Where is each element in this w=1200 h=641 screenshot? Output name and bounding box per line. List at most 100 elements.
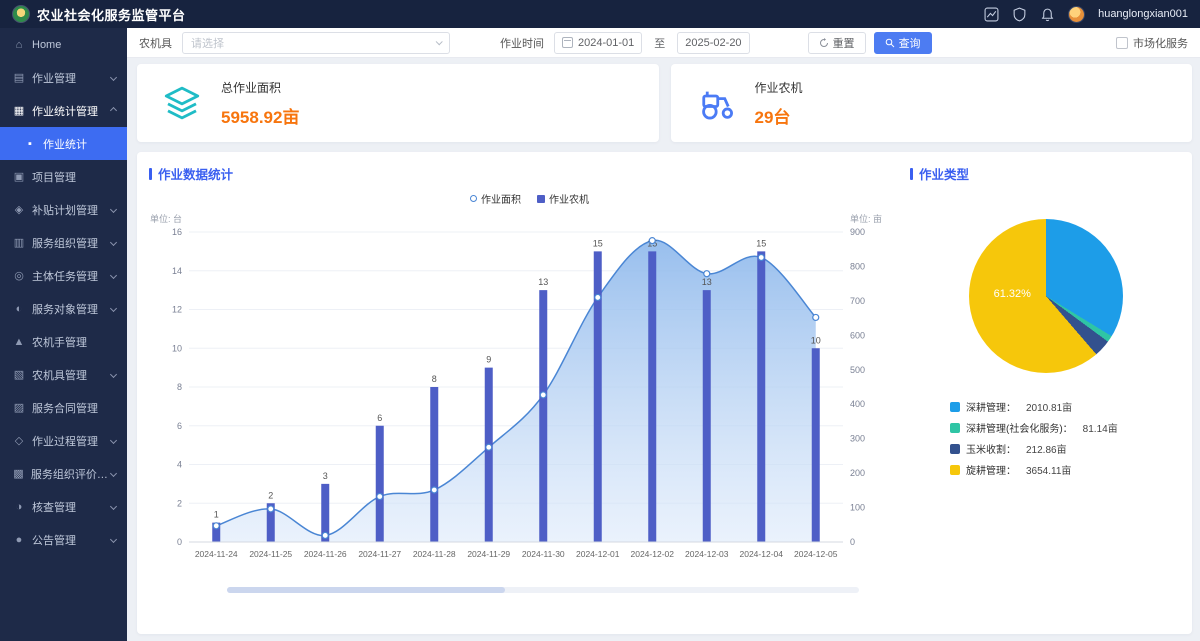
sidebar-item-notice[interactable]: ● 公告管理 xyxy=(0,523,127,556)
svg-text:2024-12-04: 2024-12-04 xyxy=(740,549,784,559)
menu-icon: ◇ xyxy=(13,434,25,447)
sidebar-item-label: 补贴计划管理 xyxy=(32,202,98,218)
sidebar-item-label: 服务组织评价管理 xyxy=(31,466,111,482)
sidebar-item-label: 公告管理 xyxy=(32,532,76,548)
combo-chart[interactable]: 0246810121416010020030040050060070080090… xyxy=(149,206,889,578)
sidebar-item-label: 服务组织管理 xyxy=(32,235,98,251)
menu-icon: ◐ xyxy=(13,303,25,315)
svg-text:2024-11-29: 2024-11-29 xyxy=(467,549,510,559)
sidebar-item-home[interactable]: ⌂ Home xyxy=(0,28,127,61)
menu-icon: ● xyxy=(13,534,25,546)
sidebar-item-job-process[interactable]: ◇ 作业过程管理 xyxy=(0,424,127,457)
sidebar-subitem-job-stat[interactable]: ▪ 作业统计 xyxy=(0,127,127,160)
machine-select[interactable]: 请选择 xyxy=(182,32,450,54)
sidebar-item-verify[interactable]: ◑ 核查管理 xyxy=(0,490,127,523)
svg-text:单位: 台: 单位: 台 xyxy=(150,213,182,224)
user-avatar[interactable] xyxy=(1068,6,1085,23)
chart-icon[interactable] xyxy=(984,7,999,22)
sidebar-item-org-evaluate[interactable]: ▩ 服务组织评价管理 xyxy=(0,457,127,490)
checkbox-icon[interactable] xyxy=(1116,37,1128,49)
legend-color-chip xyxy=(950,444,960,454)
svg-text:8: 8 xyxy=(432,374,437,384)
menu-icon: ⌂ xyxy=(13,39,25,51)
top-header: 农业社会化服务监管平台 huanglongxian001 xyxy=(0,0,1200,28)
app-title: 农业社会化服务监管平台 xyxy=(37,5,186,24)
legend-item-bar[interactable]: 作业农机 xyxy=(537,191,589,206)
chevron-up-icon xyxy=(110,107,117,114)
sidebar-item-service-contract[interactable]: ▨ 服务合同管理 xyxy=(0,391,127,424)
date-end-value: 2025-02-20 xyxy=(685,37,741,49)
market-service-checkbox[interactable]: 市场化服务 xyxy=(1116,35,1188,51)
svg-text:1: 1 xyxy=(214,510,219,520)
search-button[interactable]: 查询 xyxy=(874,32,932,54)
sidebar-item-label: 服务合同管理 xyxy=(32,400,98,416)
statistics-panel: 作业数据统计 作业面积作业农机 024681012141601002003004… xyxy=(137,152,1192,634)
pie-legend-item[interactable]: 深耕管理(社会化服务)： 81.14亩 xyxy=(950,420,1182,435)
machine-select-label: 农机具 xyxy=(139,35,172,51)
sidebar-item-label: Home xyxy=(32,39,61,51)
shield-icon[interactable] xyxy=(1012,7,1027,22)
filter-bar: 农机具 请选择 作业时间 2024-01-01 至 2025-02-20 重置 … xyxy=(127,28,1200,58)
chart-scrollbar-thumb[interactable] xyxy=(227,587,505,593)
svg-text:2024-12-03: 2024-12-03 xyxy=(685,549,729,559)
date-end-input[interactable]: 2025-02-20 xyxy=(677,32,749,54)
svg-text:4: 4 xyxy=(177,460,182,470)
sidebar-item-service-target[interactable]: ◐ 服务对象管理 xyxy=(0,292,127,325)
svg-text:13: 13 xyxy=(702,277,712,287)
legend-label: 玉米收割： xyxy=(966,441,1016,456)
refresh-icon xyxy=(819,38,829,48)
legend-color-chip xyxy=(950,402,960,412)
svg-text:2024-11-27: 2024-11-27 xyxy=(358,549,401,559)
svg-text:0: 0 xyxy=(850,537,855,547)
sidebar-item-project-manage[interactable]: ▣ 项目管理 xyxy=(0,160,127,193)
menu-icon: ◑ xyxy=(13,501,25,513)
pie-legend-item[interactable]: 旋耕管理： 3654.11亩 xyxy=(950,462,1182,477)
pie-legend: 深耕管理： 2010.81亩 深耕管理(社会化服务)： 81.14亩 玉米收割：… xyxy=(950,399,1182,477)
sidebar-subitem-label: 作业统计 xyxy=(43,136,87,152)
sidebar-item-subsidy-plan[interactable]: ◈ 补贴计划管理 xyxy=(0,193,127,226)
machine-select-placeholder: 请选择 xyxy=(191,35,224,51)
svg-text:2024-11-30: 2024-11-30 xyxy=(522,549,565,559)
pie-chart[interactable]: 61.32% xyxy=(969,219,1123,373)
chart-scrollbar[interactable] xyxy=(227,587,859,593)
svg-text:15: 15 xyxy=(756,238,766,248)
menu-icon: ▥ xyxy=(13,236,25,249)
chevron-down-icon xyxy=(110,239,117,246)
chevron-down-icon xyxy=(110,206,117,213)
sidebar-item-label: 作业统计管理 xyxy=(32,103,98,119)
legend-item-line[interactable]: 作业面积 xyxy=(470,191,521,206)
svg-text:15: 15 xyxy=(593,238,603,248)
reset-button[interactable]: 重置 xyxy=(808,32,866,54)
legend-series-name: 作业面积 xyxy=(481,191,521,206)
sidebar-item-job-manage[interactable]: ▤ 作业管理 xyxy=(0,61,127,94)
chevron-down-icon xyxy=(110,437,117,444)
sidebar-item-job-stat-manage[interactable]: ▦ 作业统计管理 xyxy=(0,94,127,127)
date-start-input[interactable]: 2024-01-01 xyxy=(554,32,642,54)
svg-text:900: 900 xyxy=(850,227,865,237)
stat-title: 总作业面积 xyxy=(221,79,299,96)
pie-legend-item[interactable]: 深耕管理： 2010.81亩 xyxy=(950,399,1182,414)
chart-section-title: 作业数据统计 xyxy=(149,164,910,183)
time-range-label: 作业时间 xyxy=(500,35,544,51)
sidebar-item-service-org[interactable]: ▥ 服务组织管理 xyxy=(0,226,127,259)
pie-legend-item[interactable]: 玉米收割： 212.86亩 xyxy=(950,441,1182,456)
menu-icon: ▣ xyxy=(13,170,25,183)
sidebar-item-subject-task[interactable]: ◎ 主体任务管理 xyxy=(0,259,127,292)
sidebar-item-machinist[interactable]: ▲ 农机手管理 xyxy=(0,325,127,358)
stat-card-total-area: 总作业面积 5958.92亩 xyxy=(137,64,659,142)
sidebar-item-label: 农机具管理 xyxy=(32,367,87,383)
menu-icon: ◈ xyxy=(13,203,25,216)
menu-icon: ▪ xyxy=(24,138,36,150)
bell-icon[interactable] xyxy=(1040,7,1055,22)
chevron-down-icon xyxy=(110,536,117,543)
stat-value: 5958.92亩 xyxy=(221,103,299,128)
chevron-down-icon xyxy=(436,38,443,45)
legend-value: 3654.11亩 xyxy=(1026,462,1071,477)
username[interactable]: huanglongxian001 xyxy=(1098,8,1188,20)
chevron-down-icon xyxy=(110,371,117,378)
main-content: 农机具 请选择 作业时间 2024-01-01 至 2025-02-20 重置 … xyxy=(127,28,1200,641)
sidebar-item-machinery[interactable]: ▧ 农机具管理 xyxy=(0,358,127,391)
chevron-down-icon xyxy=(110,74,117,81)
search-icon xyxy=(885,38,895,48)
svg-text:2024-11-26: 2024-11-26 xyxy=(304,549,347,559)
